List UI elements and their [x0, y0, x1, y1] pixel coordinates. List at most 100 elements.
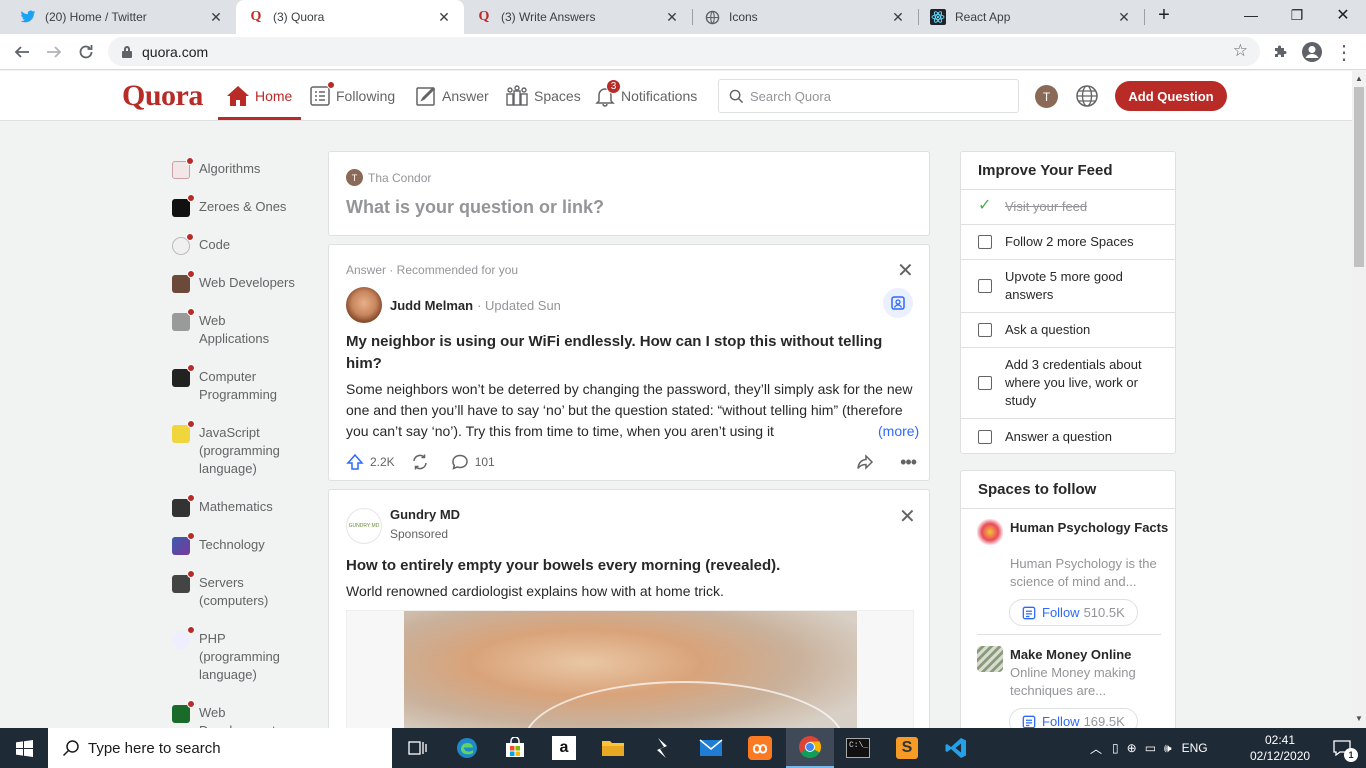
action-center-icon[interactable]: 1 [1318, 728, 1366, 768]
language-globe-icon[interactable] [1075, 84, 1099, 108]
close-tab-icon[interactable]: ✕ [208, 9, 224, 26]
restore-button[interactable]: ❐ [1274, 0, 1320, 30]
follow-author-button[interactable] [883, 288, 913, 318]
task-view-icon[interactable] [394, 728, 442, 768]
url-text[interactable]: quora.com [142, 44, 208, 60]
sublime-text-icon[interactable]: S [883, 728, 931, 768]
scroll-thumb[interactable] [1354, 87, 1364, 267]
feed-task-follow-spaces[interactable]: Follow 2 more Spaces [961, 225, 1175, 260]
bookmark-star-icon[interactable]: ☆ [1233, 41, 1248, 61]
space-icon[interactable] [977, 646, 1003, 672]
feed-task-answer-question[interactable]: Answer a question [961, 419, 1175, 454]
user-avatar[interactable]: T [1035, 85, 1058, 108]
language-indicator[interactable]: ENG [1182, 741, 1208, 755]
scroll-down-arrow-icon[interactable]: ▼ [1355, 714, 1363, 723]
feed-task-credentials[interactable]: Add 3 credentials about where you live, … [961, 348, 1175, 419]
close-tab-icon[interactable]: ✕ [1116, 9, 1132, 26]
ad-body[interactable]: World renowned cardiologist explains how… [346, 583, 724, 599]
dismiss-ad-icon[interactable]: ✕ [899, 507, 916, 527]
tab-twitter[interactable]: (20) Home / Twitter ✕ [8, 0, 236, 34]
feed-task-ask-question[interactable]: Ask a question [961, 313, 1175, 348]
sidebar-item-php[interactable]: PHP (programming language) [172, 626, 297, 684]
ask-question-prompt[interactable]: What is your question or link? [346, 197, 604, 218]
nav-home[interactable]: Home [218, 71, 301, 120]
author-name[interactable]: Judd Melman [390, 298, 473, 313]
taskbar-clock[interactable]: 02:41 02/12/2020 [1250, 732, 1310, 764]
nav-spaces[interactable]: Spaces [505, 71, 581, 121]
device-icon[interactable]: ▯ [1112, 741, 1119, 755]
space-icon[interactable] [977, 519, 1003, 545]
tab-quora[interactable]: Q (3) Quora ✕ [236, 0, 464, 34]
dismiss-answer-icon[interactable]: ✕ [897, 261, 914, 281]
profile-button[interactable] [1298, 38, 1326, 66]
lock-icon[interactable] [122, 45, 132, 58]
follow-space-button[interactable]: Follow 510.5K [1009, 599, 1138, 626]
quora-logo[interactable]: Quora [122, 79, 203, 113]
ask-question-box[interactable]: T Tha Condor What is your question or li… [328, 151, 930, 236]
answer-body[interactable]: Some neighbors won’t be deterred by chan… [346, 379, 916, 442]
more-options-icon[interactable]: ••• [900, 452, 917, 473]
edge-browser-icon[interactable] [443, 728, 491, 768]
read-more-link[interactable]: (more) [870, 421, 920, 442]
sidebar-item-computer-programming[interactable]: Computer Programming [172, 364, 292, 404]
ad-image[interactable] [404, 611, 857, 739]
feed-task-upvote[interactable]: Upvote 5 more good answers [961, 260, 1175, 313]
advertiser-logo[interactable]: GUNDRY MD [346, 508, 382, 544]
amazon-icon[interactable]: a [540, 728, 588, 768]
volume-icon[interactable]: 🕪 [1164, 741, 1172, 756]
upvote-button[interactable]: 2.2K [346, 453, 395, 471]
chrome-icon[interactable] [786, 728, 834, 768]
forward-button[interactable] [40, 38, 68, 66]
share-button[interactable] [856, 453, 880, 471]
app-icon[interactable] [638, 728, 686, 768]
tab-icons[interactable]: Icons ✕ [692, 0, 918, 34]
task-checkbox[interactable] [978, 376, 992, 390]
battery-icon[interactable]: ▭ [1145, 741, 1156, 755]
ad-image-container[interactable] [346, 610, 914, 740]
reload-button[interactable] [72, 38, 100, 66]
sidebar-item-algorithms[interactable]: Algorithms [172, 157, 260, 179]
close-tab-icon[interactable]: ✕ [890, 9, 906, 26]
task-checkbox[interactable] [978, 235, 992, 249]
network-globe-icon[interactable]: ⊕ [1127, 741, 1137, 755]
page-scrollbar[interactable]: ▲ ▼ [1352, 71, 1366, 728]
sidebar-item-zeroes-ones[interactable]: Zeroes & Ones [172, 194, 286, 217]
scroll-up-arrow-icon[interactable]: ▲ [1355, 74, 1363, 83]
vscode-icon[interactable] [932, 728, 980, 768]
windows-start-button[interactable] [0, 728, 48, 768]
search-input[interactable] [750, 88, 1000, 104]
tab-write-answers[interactable]: Q (3) Write Answers ✕ [464, 0, 692, 34]
author-avatar[interactable] [346, 287, 382, 323]
xampp-icon[interactable]: ꝏ [736, 728, 784, 768]
sidebar-item-javascript[interactable]: JavaScript (programming language) [172, 420, 297, 478]
space-name[interactable]: Make Money Online [1010, 646, 1170, 664]
advertiser-name[interactable]: Gundry MD [390, 507, 460, 522]
sidebar-item-technology[interactable]: Technology [172, 532, 265, 555]
tab-react-app[interactable]: React App ✕ [918, 0, 1144, 34]
add-question-button[interactable]: Add Question [1115, 81, 1227, 111]
comment-button[interactable]: 101 [451, 453, 495, 471]
nav-notifications[interactable]: 3 Notifications [594, 71, 697, 121]
nav-answer[interactable]: Answer [415, 71, 489, 121]
space-name[interactable]: Human Psychology Facts [1010, 519, 1170, 537]
answer-author[interactable]: Judd Melman · Updated Sun [346, 287, 561, 323]
close-window-button[interactable]: ✕ [1320, 0, 1366, 30]
task-checkbox[interactable] [978, 429, 992, 444]
tray-expand-icon[interactable]: ︿ [1090, 740, 1102, 757]
sidebar-item-mathematics[interactable]: Mathematics [172, 494, 273, 517]
close-tab-icon[interactable]: ✕ [436, 9, 452, 26]
task-checkbox[interactable] [978, 279, 992, 293]
back-button[interactable] [8, 38, 36, 66]
browser-menu-button[interactable]: ⋮ [1330, 38, 1358, 66]
sidebar-item-servers[interactable]: Servers (computers) [172, 570, 282, 610]
minimize-button[interactable]: — [1228, 0, 1274, 30]
mail-icon[interactable] [687, 728, 735, 768]
sidebar-item-web-applications[interactable]: Web Applications [172, 308, 292, 348]
sidebar-item-web-developers[interactable]: Web Developers [172, 270, 295, 293]
quora-search-box[interactable] [718, 79, 1019, 113]
store-icon[interactable] [491, 728, 539, 768]
share-reshare-button[interactable] [411, 453, 435, 471]
task-checkbox[interactable] [978, 323, 992, 337]
new-tab-button[interactable]: + [1142, 0, 1186, 30]
address-bar[interactable]: quora.com ☆ [108, 37, 1260, 66]
